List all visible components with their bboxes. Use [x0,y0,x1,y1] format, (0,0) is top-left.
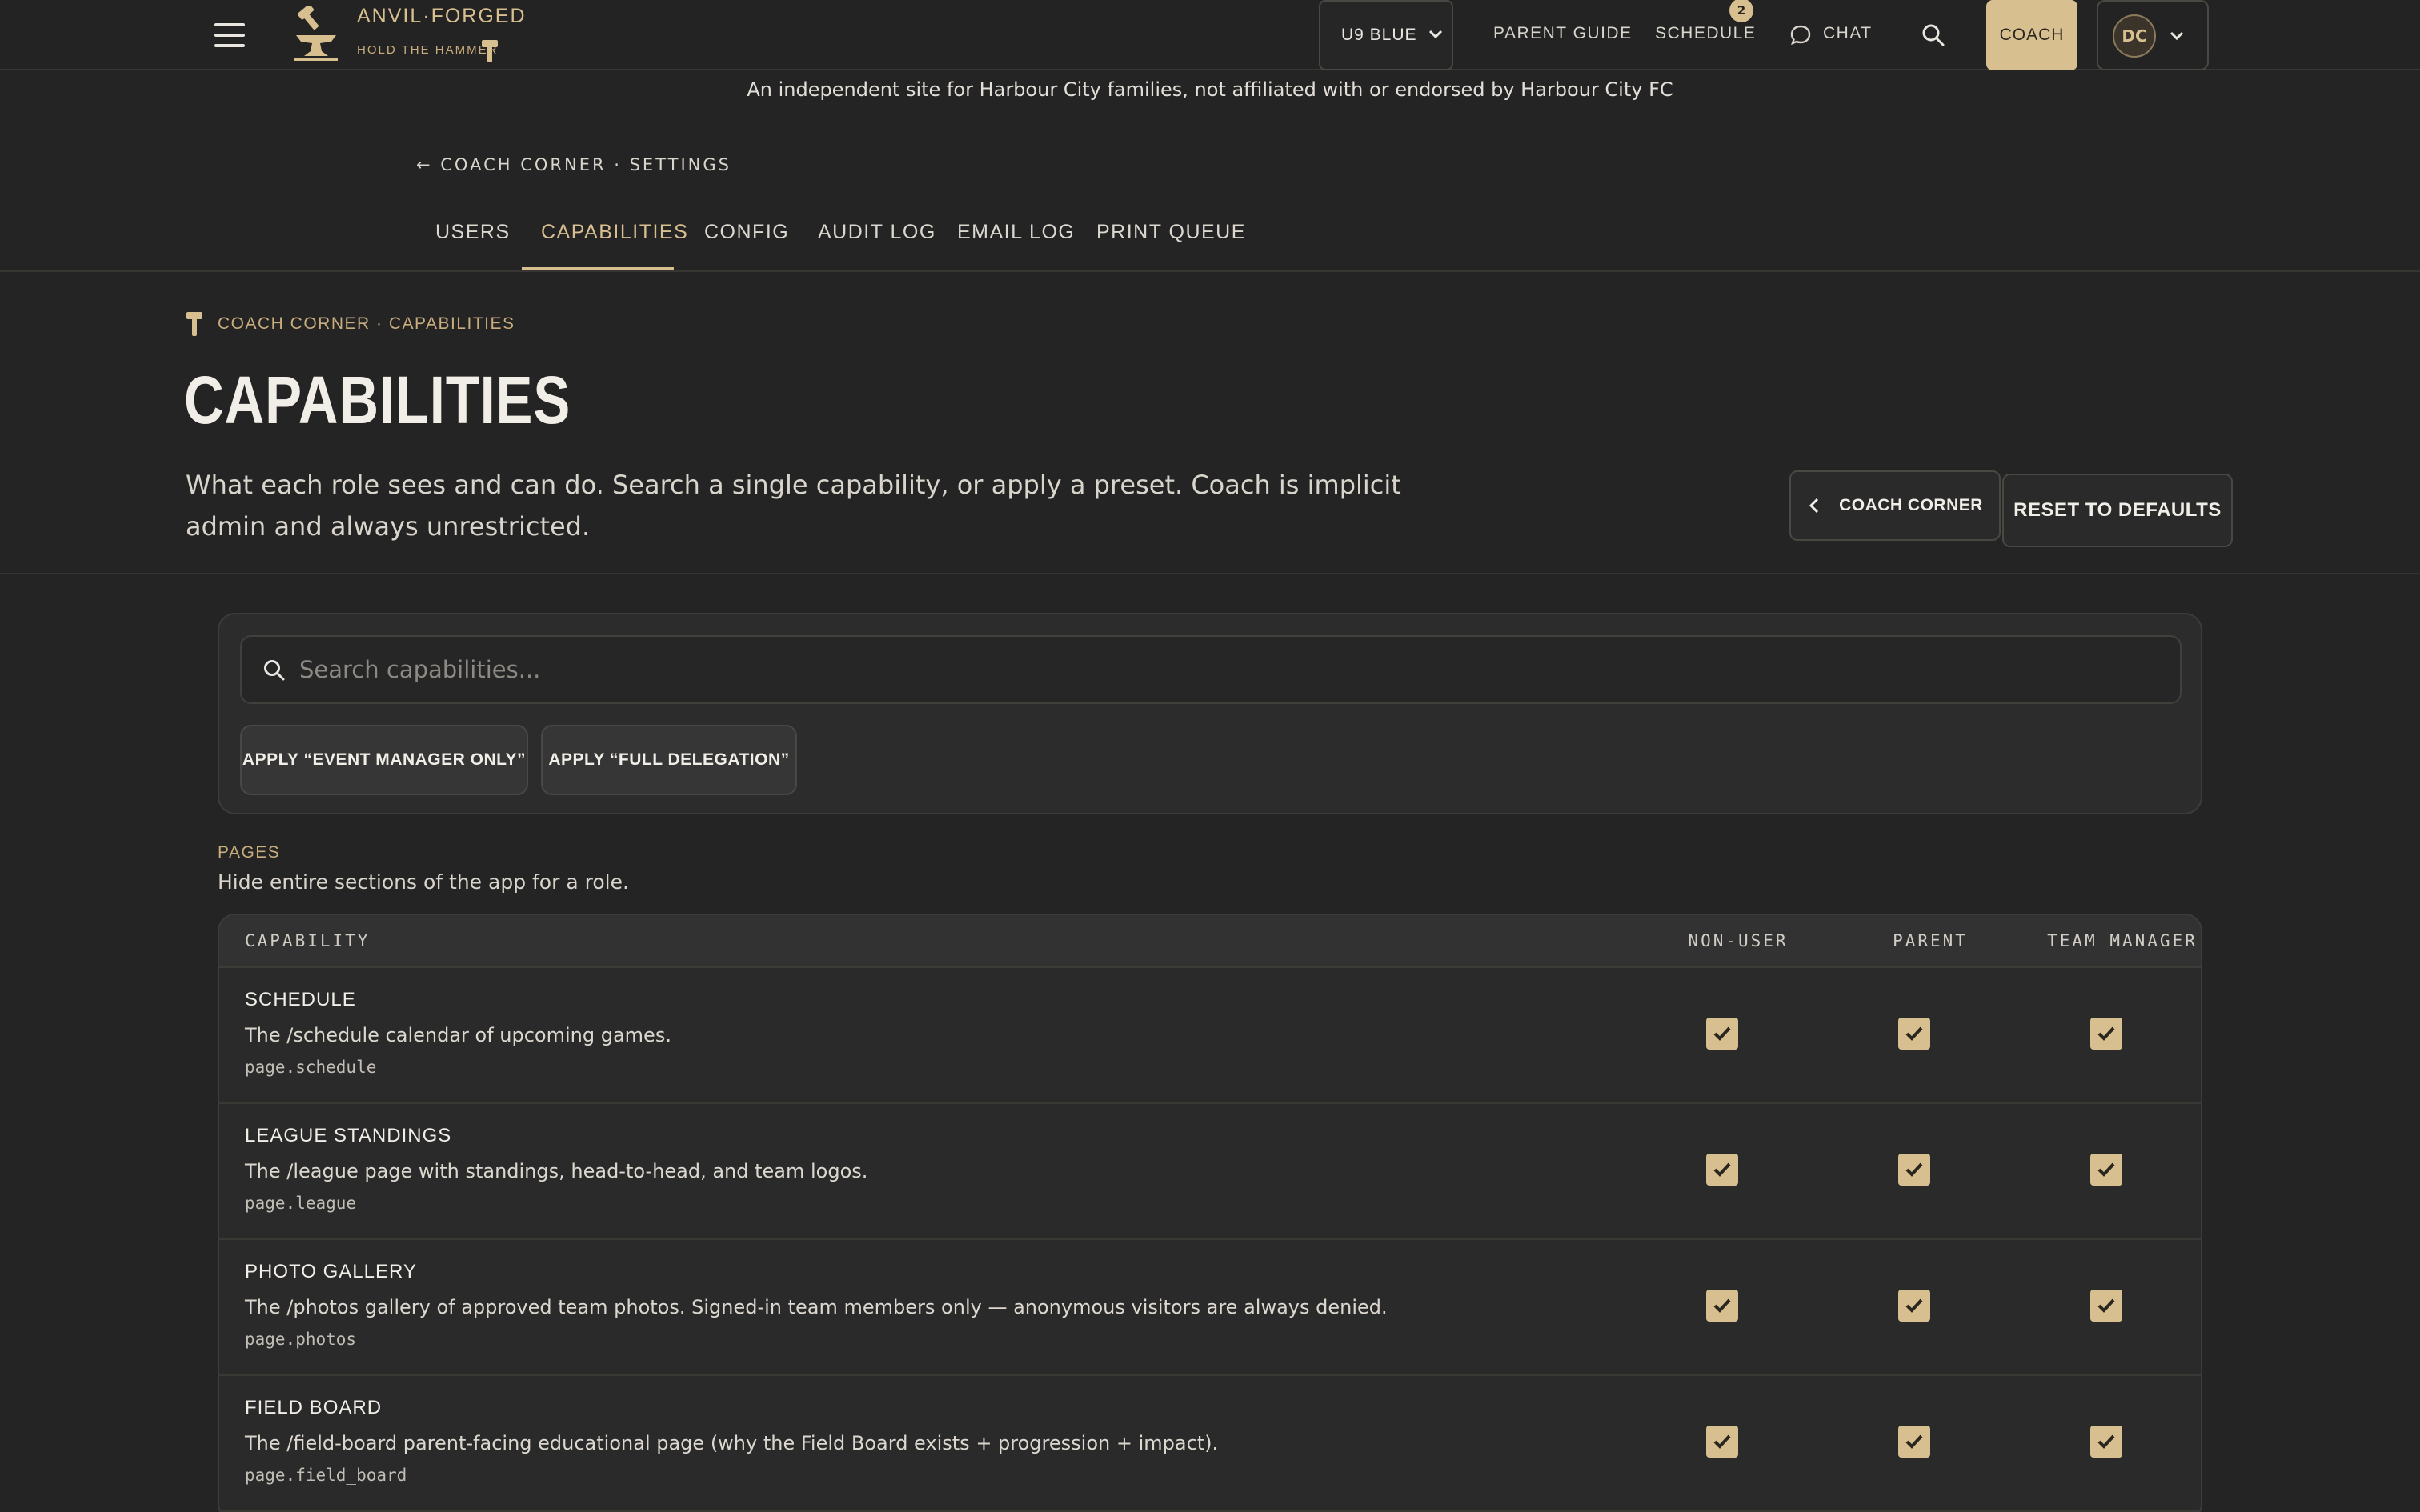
table-row: PHOTO GALLERY The /photos gallery of app… [219,1240,2201,1376]
team-select-value: U9 BLUE [1341,26,1417,44]
table-header: CAPABILITY NON-USER PARENT TEAM MANAGER [219,915,2201,968]
chat-icon[interactable] [1789,24,1812,46]
active-tab-indicator [522,267,674,270]
disclaimer-text: An independent site for Harbour City fam… [747,78,1673,101]
checkmark-icon [1905,1026,1923,1041]
anvil-logo-icon[interactable] [290,6,343,62]
breadcrumb: COACH CORNER · CAPABILITIES [218,314,515,333]
search-icon[interactable] [1921,22,1946,48]
capability-key: page.field_board [245,1466,407,1485]
checkmark-icon [2097,1026,2115,1041]
checkmark-icon [1713,1026,1731,1041]
coach-corner-button[interactable]: COACH CORNER [1789,470,2001,541]
menu-icon[interactable] [214,22,246,49]
checkmark-icon [1713,1298,1731,1313]
parent-checkbox[interactable] [1898,1426,1930,1458]
brand-tagline: HOLD THE HAMMER [357,43,499,57]
column-header-capability: CAPABILITY [245,931,371,950]
capability-key: page.photos [245,1330,357,1349]
divider [0,573,2420,574]
apply-event-manager-only-button[interactable]: APPLY “EVENT MANAGER ONLY” [240,725,528,795]
capability-search-panel: APPLY “EVENT MANAGER ONLY” APPLY “FULL D… [218,613,2202,814]
non-user-checkbox[interactable] [1706,1154,1738,1186]
chevron-down-icon [1428,30,1443,39]
non-user-checkbox[interactable] [1706,1290,1738,1322]
reset-to-defaults-button[interactable]: RESET TO DEFAULTS [2002,474,2233,547]
chevron-down-icon [2170,31,2184,41]
search-input[interactable] [299,637,2140,702]
non-user-checkbox[interactable] [1706,1426,1738,1458]
apply-full-delegation-button[interactable]: APPLY “FULL DELEGATION” [541,725,797,795]
nav-schedule[interactable]: SCHEDULE [1655,24,1756,43]
non-user-checkbox[interactable] [1706,1018,1738,1050]
tab-config[interactable]: CONFIG [704,221,789,244]
hammer-icon [482,40,498,62]
parent-checkbox[interactable] [1898,1154,1930,1186]
capability-key: page.schedule [245,1058,377,1077]
page-title: CAPABILITIES [184,362,571,438]
avatar: DC [2113,14,2156,58]
search-icon [264,660,285,681]
checkmark-icon [1905,1298,1923,1313]
capability-description: The /field-board parent-facing education… [245,1432,1219,1454]
capability-key: page.league [245,1194,357,1213]
tab-audit-log[interactable]: AUDIT LOG [818,221,936,244]
capabilities-table: CAPABILITY NON-USER PARENT TEAM MANAGER … [218,914,2202,1512]
section-label: PAGES [218,843,281,862]
nav-chat[interactable]: CHAT [1823,24,1873,43]
team-manager-checkbox[interactable] [2090,1154,2122,1186]
checkmark-icon [1905,1434,1923,1449]
coach-button[interactable]: COACH [1986,0,2077,70]
tab-print-queue[interactable]: PRINT QUEUE [1096,221,1246,244]
checkmark-icon [2097,1434,2115,1449]
capability-name: SCHEDULE [245,989,356,1010]
hammer-icon [186,312,202,336]
tab-email-log[interactable]: EMAIL LOG [957,221,1075,244]
capability-description: The /schedule calendar of upcoming games… [245,1024,671,1046]
table-row: FIELD BOARD The /field-board parent-faci… [219,1376,2201,1512]
top-bar: ANVIL·FORGED HOLD THE HAMMER U9 BLUE PAR… [0,0,2420,70]
capability-description: The /league page with standings, head-to… [245,1160,868,1182]
column-header-non-user: NON-USER [1688,931,1789,950]
checkmark-icon [1713,1434,1731,1449]
column-header-parent: PARENT [1893,931,1968,950]
divider [0,270,2420,272]
parent-checkbox[interactable] [1898,1290,1930,1322]
tab-capabilities[interactable]: CAPABILITIES [541,221,688,244]
parent-checkbox[interactable] [1898,1018,1930,1050]
coach-corner-button-label: COACH CORNER [1839,496,1983,514]
schedule-count-badge: 2 [1729,0,1753,22]
capability-name: FIELD BOARD [245,1397,383,1418]
chevron-left-icon [1809,498,1819,514]
search-field[interactable] [240,635,2182,704]
checkmark-icon [1713,1162,1731,1177]
back-to-settings-link[interactable]: ← COACH CORNER · SETTINGS [416,155,731,174]
table-row: SCHEDULE The /schedule calendar of upcom… [219,968,2201,1104]
checkmark-icon [1905,1162,1923,1177]
table-row: LEAGUE STANDINGS The /league page with s… [219,1104,2201,1240]
capability-name: PHOTO GALLERY [245,1261,417,1282]
capability-description: The /photos gallery of approved team pho… [245,1296,1388,1318]
capability-name: LEAGUE STANDINGS [245,1125,452,1146]
team-manager-checkbox[interactable] [2090,1018,2122,1050]
user-menu[interactable]: DC [2097,0,2209,70]
team-select[interactable]: U9 BLUE [1319,0,1453,70]
page-description: What each role sees and can do. Search a… [186,470,1401,542]
checkmark-icon [2097,1162,2115,1177]
column-header-team-manager: TEAM MANAGER [2047,931,2198,950]
section-description: Hide entire sections of the app for a ro… [218,870,629,894]
checkmark-icon [2097,1298,2115,1313]
tab-users[interactable]: USERS [435,221,511,244]
team-manager-checkbox[interactable] [2090,1426,2122,1458]
nav-parent-guide[interactable]: PARENT GUIDE [1493,24,1633,43]
brand-name[interactable]: ANVIL·FORGED [357,5,527,28]
team-manager-checkbox[interactable] [2090,1290,2122,1322]
